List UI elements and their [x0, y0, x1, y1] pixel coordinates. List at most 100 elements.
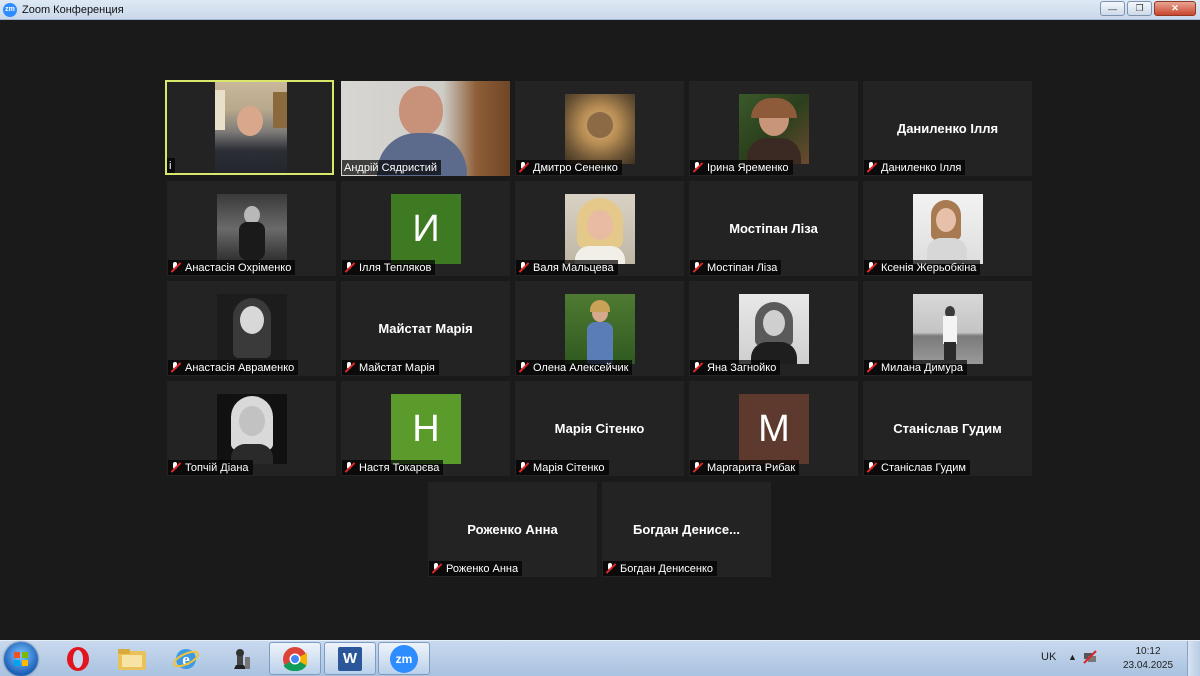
participant-tile[interactable]: И Ілля Тепляков [341, 181, 510, 276]
profile-photo [565, 294, 635, 364]
mic-muted-icon [518, 362, 529, 373]
profile-photo [565, 94, 635, 164]
participant-tile[interactable]: Андрій Сядристий [341, 81, 510, 176]
clock-date: 23.04.2025 [1122, 660, 1174, 671]
mic-muted-icon [344, 462, 355, 473]
mic-muted-icon [518, 262, 529, 273]
participant-name: Роженко Анна [429, 561, 523, 576]
mic-muted-icon [431, 563, 442, 574]
participant-name: Олена Алексейчик [516, 360, 633, 375]
language-indicator[interactable]: UK [1041, 651, 1056, 663]
participant-name: Маргарита Рибак [690, 460, 800, 475]
participant-name: Марія Сітенко [516, 460, 609, 475]
participant-tile[interactable]: Топчій Діана [167, 381, 336, 476]
participant-tile[interactable]: Милана Димура [863, 281, 1032, 376]
participant-name: Яна Загнойко [690, 360, 781, 375]
participant-display-name: Богдан Денисе... [633, 522, 740, 537]
network-icon[interactable] [1083, 650, 1097, 664]
show-desktop-button[interactable] [1187, 641, 1200, 676]
video-feed [215, 82, 287, 173]
participant-name: Ксенія Жерьобкіна [864, 260, 981, 275]
participant-display-name: Майстат Марія [378, 321, 473, 336]
mic-muted-icon [866, 162, 877, 173]
participant-name: Милана Димура [864, 360, 967, 375]
minimize-button[interactable]: — [1100, 1, 1125, 16]
participant-name: Даниленко Ілля [864, 160, 966, 175]
participant-tile[interactable]: Анастасія Охріменко [167, 181, 336, 276]
participant-name: Майстат Марія [342, 360, 439, 375]
participant-tile[interactable]: Марія Сітенко Марія Сітенко [515, 381, 684, 476]
participant-tile[interactable]: Даниленко Ілля Даниленко Ілля [863, 81, 1032, 176]
mic-muted-icon [692, 362, 703, 373]
taskbar: e W zm UK ▲ 10:12 23.04.2025 [0, 640, 1200, 676]
participant-tile[interactable]: Валя Мальцева [515, 181, 684, 276]
mic-muted-icon [344, 262, 355, 273]
participant-name: Дмитро Сененко [516, 160, 622, 175]
close-button[interactable]: ✕ [1154, 1, 1196, 16]
participant-tile[interactable]: Станіслав Гудим Станіслав Гудим [863, 381, 1032, 476]
participant-tile[interactable]: Роженко Анна Роженко Анна [428, 482, 597, 577]
internet-explorer-icon[interactable]: e [160, 642, 212, 675]
participant-name: Ілля Тепляков [342, 260, 436, 275]
profile-photo [913, 294, 983, 364]
participant-tile[interactable]: Анастасія Авраменко [167, 281, 336, 376]
file-explorer-icon[interactable] [106, 642, 158, 675]
word-icon[interactable]: W [324, 642, 376, 675]
mic-muted-icon [170, 262, 181, 273]
zoom-icon[interactable]: zm [378, 642, 430, 675]
participant-name: Ірина Яременко [690, 160, 793, 175]
participant-tile[interactable]: Майстат Марія Майстат Марія [341, 281, 510, 376]
participant-name: Топчій Діана [168, 460, 253, 475]
clock[interactable]: 10:12 23.04.2025 [1118, 645, 1178, 673]
participant-tile[interactable]: Ірина Яременко [689, 81, 858, 176]
window-title: Zoom Конференция [22, 3, 124, 16]
participant-name: Валя Мальцева [516, 260, 618, 275]
participant-name: Настя Токарєва [342, 460, 444, 475]
mic-muted-icon [170, 462, 181, 473]
profile-photo [565, 194, 635, 264]
maximize-button[interactable]: ❐ [1127, 1, 1152, 16]
participant-tile[interactable]: Ксенія Жерьобкіна [863, 181, 1032, 276]
profile-photo [217, 194, 287, 264]
participant-tile[interactable]: М Маргарита Рибак [689, 381, 858, 476]
participant-tile[interactable]: Яна Загнойко [689, 281, 858, 376]
avatar-initial: Н [391, 394, 461, 464]
mic-muted-icon [605, 563, 616, 574]
profile-photo [739, 94, 809, 164]
participant-display-name: Мостіпан Ліза [729, 221, 818, 236]
chess-icon[interactable] [214, 642, 266, 675]
participant-tile[interactable]: Дмитро Сененко [515, 81, 684, 176]
profile-photo [217, 394, 287, 464]
participant-name: Андрій Сядристий [342, 160, 442, 175]
clock-time: 10:12 [1135, 646, 1161, 657]
avatar-initial: М [739, 394, 809, 464]
profile-photo [913, 194, 983, 264]
start-button[interactable] [4, 642, 38, 676]
participant-display-name: Даниленко Ілля [896, 121, 999, 136]
mic-muted-icon [692, 462, 703, 473]
profile-photo [739, 294, 809, 364]
chrome-icon[interactable] [269, 642, 321, 675]
opera-icon[interactable] [52, 642, 104, 675]
system-tray: UK ▲ 10:12 23.04.2025 [1028, 641, 1188, 676]
participant-tile[interactable]: Мостіпан Ліза Мостіпан Ліза [689, 181, 858, 276]
mic-muted-icon [866, 462, 877, 473]
profile-photo [217, 294, 287, 364]
participant-tile[interactable]: Олена Алексейчик [515, 281, 684, 376]
participant-name: Станіслав Гудим [864, 460, 970, 475]
mic-muted-icon [518, 462, 529, 473]
mic-muted-icon [866, 362, 877, 373]
participant-display-name: Марія Сітенко [554, 421, 645, 436]
participant-name: Мостіпан Ліза [690, 260, 782, 275]
show-hidden-icons-icon[interactable]: ▲ [1068, 652, 1077, 662]
participant-name: Богдан Денисенко [603, 561, 718, 576]
mic-muted-icon [344, 362, 355, 373]
participant-name: Анастасія Авраменко [168, 360, 299, 375]
participant-tile[interactable]: Богдан Денисе... Богдан Денисенко [602, 482, 771, 577]
participant-tile[interactable]: i [165, 80, 334, 175]
mic-muted-icon [692, 162, 703, 173]
participant-name: Анастасія Охріменко [168, 260, 296, 275]
participant-tile[interactable]: Н Настя Токарєва [341, 381, 510, 476]
window-title-bar: zm Zoom Конференция — ❐ ✕ [0, 0, 1200, 20]
participant-display-name: Станіслав Гудим [893, 421, 1002, 436]
